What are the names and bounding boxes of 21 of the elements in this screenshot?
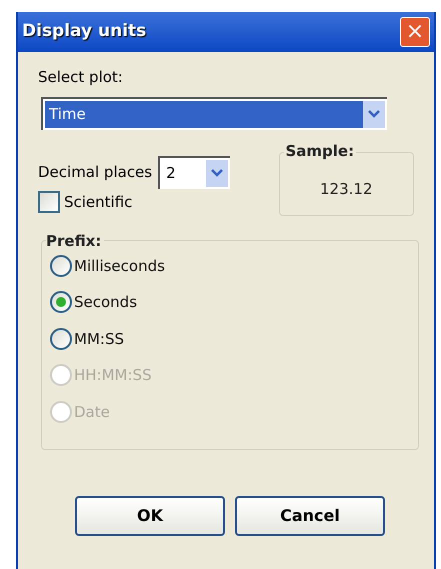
select-plot-dropdown[interactable]: Time: [41, 96, 387, 130]
radio-button[interactable]: [50, 328, 72, 350]
decimal-places-label: Decimal places: [38, 162, 152, 183]
close-button[interactable]: ×: [400, 17, 430, 47]
radio-label: Milliseconds: [74, 256, 165, 276]
decimal-places-value: 2: [165, 162, 177, 184]
radio-label: HH:MM:SS: [74, 365, 152, 386]
cancel-button[interactable]: Cancel: [235, 496, 385, 536]
select-plot-label: Select plot:: [38, 67, 124, 88]
radio-button[interactable]: [50, 291, 72, 314]
sample-value: 123.12: [320, 179, 372, 200]
select-plot-value: Time: [45, 100, 363, 128]
radio-button[interactable]: [50, 254, 72, 277]
ok-button[interactable]: OK: [75, 496, 225, 536]
radio-label: Date: [74, 402, 110, 422]
decimal-places-dropdown[interactable]: 2: [158, 156, 230, 188]
window-title: Display units: [22, 20, 146, 44]
radio-label: Seconds: [74, 292, 138, 313]
radio-label: MM:SS: [74, 328, 124, 350]
scientific-label: Scientific: [64, 192, 132, 212]
scientific-checkbox[interactable]: [38, 190, 60, 213]
